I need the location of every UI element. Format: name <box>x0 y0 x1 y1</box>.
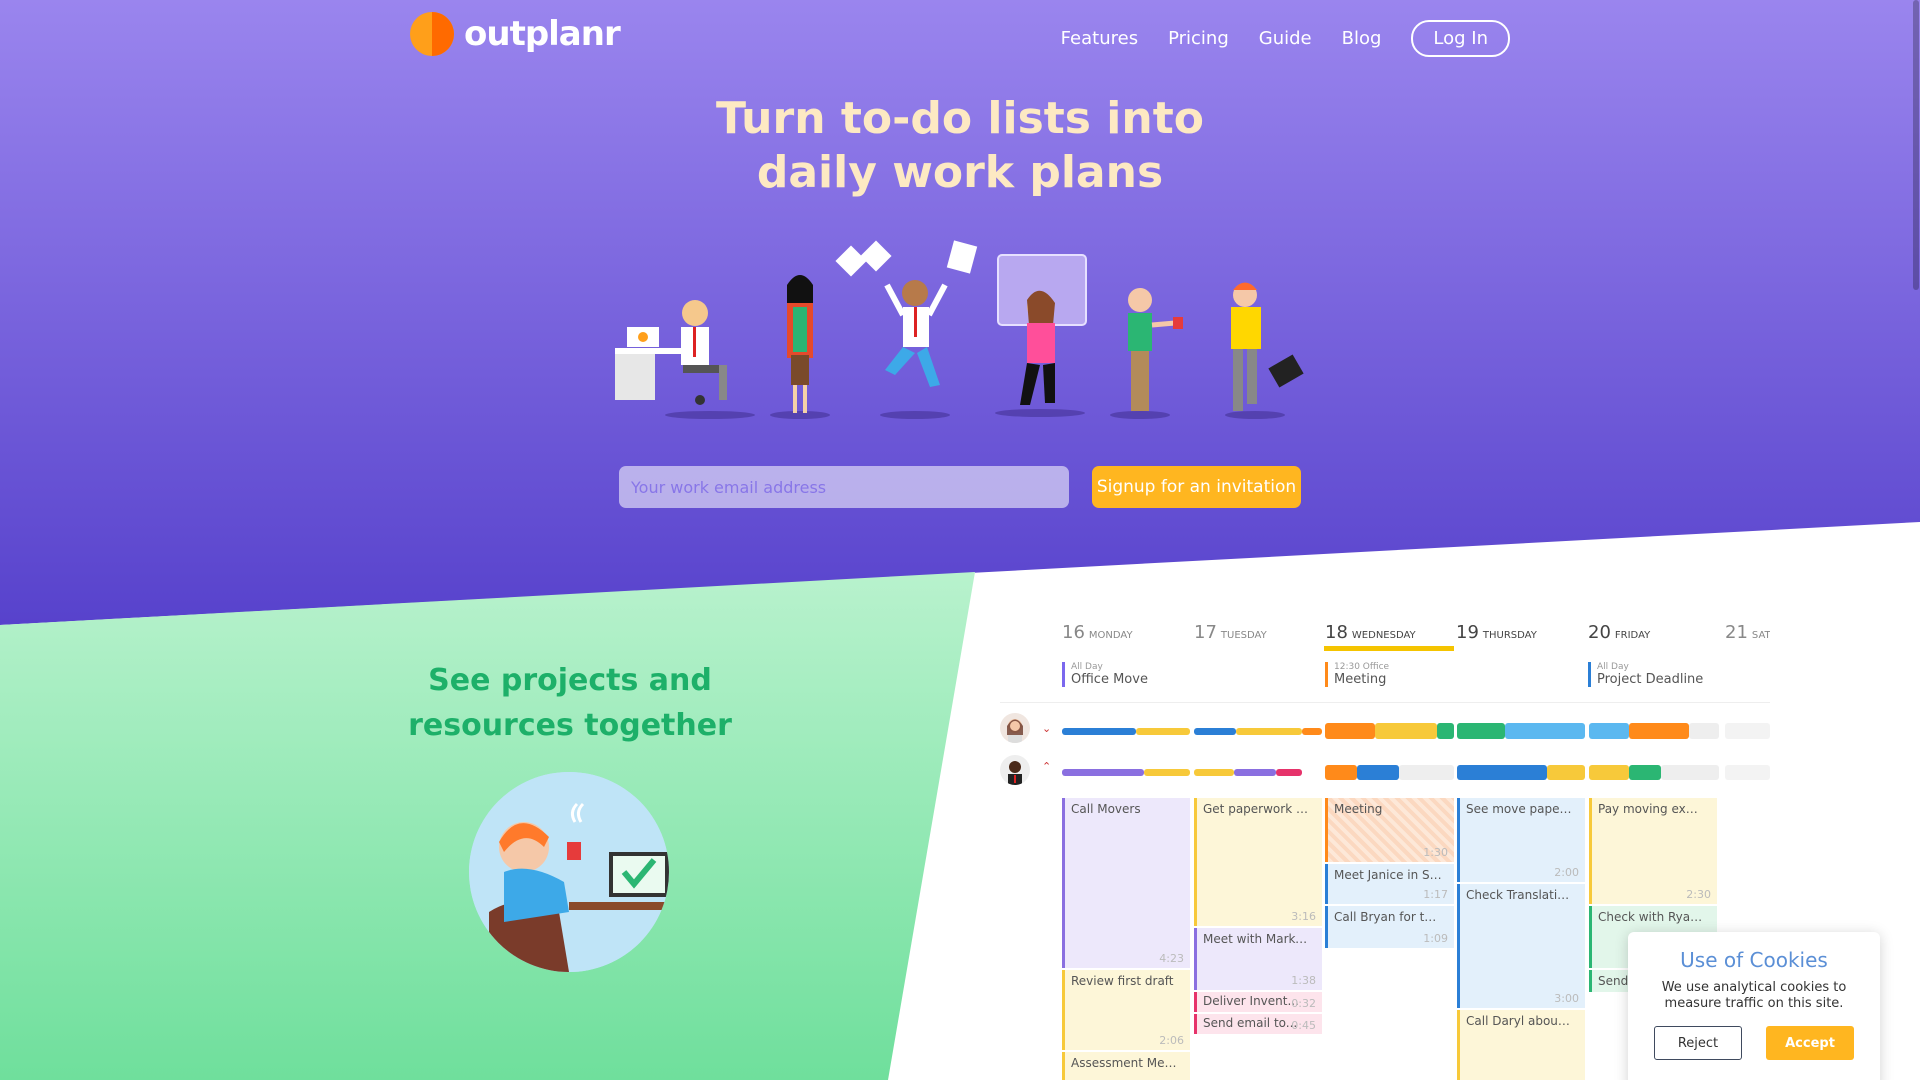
allday-event[interactable]: All Day Project Deadline <box>1588 662 1703 687</box>
logo-icon <box>410 10 454 58</box>
workload-bar <box>1062 728 1136 735</box>
workload-bar <box>1302 728 1322 735</box>
day-header: 17 Tuesday <box>1194 622 1267 643</box>
task-card[interactable]: Meet with Marketi... 1:38 <box>1194 928 1322 990</box>
workload-bar <box>1144 769 1190 776</box>
day-header: 19 Thursday <box>1456 622 1537 643</box>
workload-bar <box>1375 723 1437 739</box>
nav-blog[interactable]: Blog <box>1342 28 1382 49</box>
brand-name: outplanr <box>464 14 621 54</box>
workload-bar <box>1194 769 1234 776</box>
workload-bar <box>1505 723 1585 739</box>
workload-bar <box>1062 769 1144 776</box>
scrollbar-thumb[interactable] <box>1913 0 1919 290</box>
hero-title: Turn to-do lists into daily work plans <box>0 92 1920 200</box>
day-header-today: 18 Wednesday <box>1325 622 1416 643</box>
task-card[interactable]: Call Daryl about th... <box>1457 1010 1585 1080</box>
workload-bar <box>1357 765 1399 780</box>
day-header: 21 Sat <box>1725 622 1770 643</box>
workload-bar <box>1234 769 1276 776</box>
workload-bar <box>1236 728 1302 735</box>
section-title-line1: See projects and <box>428 663 712 698</box>
workload-bar <box>1629 765 1661 780</box>
section-title: See projects and resources together <box>380 658 760 748</box>
workload-bar <box>1689 723 1719 739</box>
stressed-worker-illustration <box>469 772 669 972</box>
email-input[interactable] <box>619 466 1069 508</box>
allday-event[interactable]: All Day Office Move <box>1062 662 1148 687</box>
task-card[interactable]: Meet Janice in Sky... 1:17 <box>1325 864 1454 904</box>
workload-bar <box>1547 765 1585 780</box>
hero-title-line2: daily work plans <box>756 147 1164 198</box>
task-card[interactable]: Check Translations 3:00 <box>1457 884 1585 1008</box>
nav-guide[interactable]: Guide <box>1259 28 1312 49</box>
workload-bar <box>1325 723 1375 739</box>
task-card[interactable]: Get paperwork re... 3:16 <box>1194 798 1322 926</box>
workload-bar <box>1194 728 1236 735</box>
task-card[interactable]: Deliver Invent... 0:32 <box>1194 992 1322 1012</box>
workload-bar <box>1437 723 1454 739</box>
task-card[interactable]: See move paperwo...2:00 <box>1457 798 1585 882</box>
task-card[interactable]: Call Bryan for the ... 1:09 <box>1325 906 1454 948</box>
task-card[interactable]: Review first draft 2:06 <box>1062 970 1190 1050</box>
day-header: 20 Friday <box>1588 622 1651 643</box>
task-card[interactable]: Meeting 1:30 <box>1325 798 1454 862</box>
avatar[interactable] <box>1000 713 1030 743</box>
nav-pricing[interactable]: Pricing <box>1168 28 1229 49</box>
workload-bar <box>1661 765 1719 780</box>
allday-event[interactable]: 12:30 Office Meeting <box>1325 662 1389 687</box>
workload-bar <box>1276 769 1302 776</box>
chevron-up-icon[interactable]: ⌃ <box>1042 760 1051 773</box>
reject-cookies-button[interactable]: Reject <box>1654 1026 1742 1060</box>
login-button[interactable]: Log In <box>1411 20 1510 57</box>
hero-title-line1: Turn to-do lists into <box>716 93 1204 144</box>
divider <box>1000 702 1770 703</box>
task-card[interactable]: Assessment Meeti... <box>1062 1052 1190 1080</box>
signup-button[interactable]: Signup for an invitation <box>1092 466 1301 508</box>
task-card[interactable]: Pay moving expen... 2:30 <box>1589 798 1717 904</box>
section-title-line2: resources together <box>408 708 732 743</box>
chevron-down-icon[interactable]: ⌄ <box>1042 722 1051 735</box>
workload-bar <box>1725 723 1770 739</box>
brand-logo[interactable]: outplanr <box>410 10 621 58</box>
workload-bar <box>1629 723 1689 739</box>
avatar[interactable] <box>1000 755 1030 785</box>
top-nav: Features Pricing Guide Blog Log In <box>1061 20 1510 57</box>
workload-bar <box>1136 728 1190 735</box>
celebrating-people-illustration <box>615 240 1304 419</box>
workload-bar <box>1589 723 1629 739</box>
workload-bar <box>1325 765 1357 780</box>
cookie-banner: Use of Cookies We use analytical cookies… <box>1628 932 1880 1080</box>
cookie-title: Use of Cookies <box>1680 948 1828 972</box>
cookie-text: We use analytical cookies to measure tra… <box>1661 980 1847 1011</box>
scrollbar[interactable] <box>1912 0 1920 1080</box>
nav-features[interactable]: Features <box>1061 28 1138 49</box>
accept-cookies-button[interactable]: Accept <box>1766 1026 1854 1060</box>
workload-bar <box>1457 723 1505 739</box>
workload-bar <box>1725 765 1770 780</box>
workload-bar <box>1399 765 1454 780</box>
task-card[interactable]: Call Movers 4:23 <box>1062 798 1190 968</box>
workload-bar <box>1457 765 1547 780</box>
task-card[interactable]: Send email to... 0:45 <box>1194 1014 1322 1034</box>
workload-bar <box>1589 765 1629 780</box>
today-indicator <box>1324 646 1454 651</box>
day-header: 16 Monday <box>1062 622 1133 643</box>
